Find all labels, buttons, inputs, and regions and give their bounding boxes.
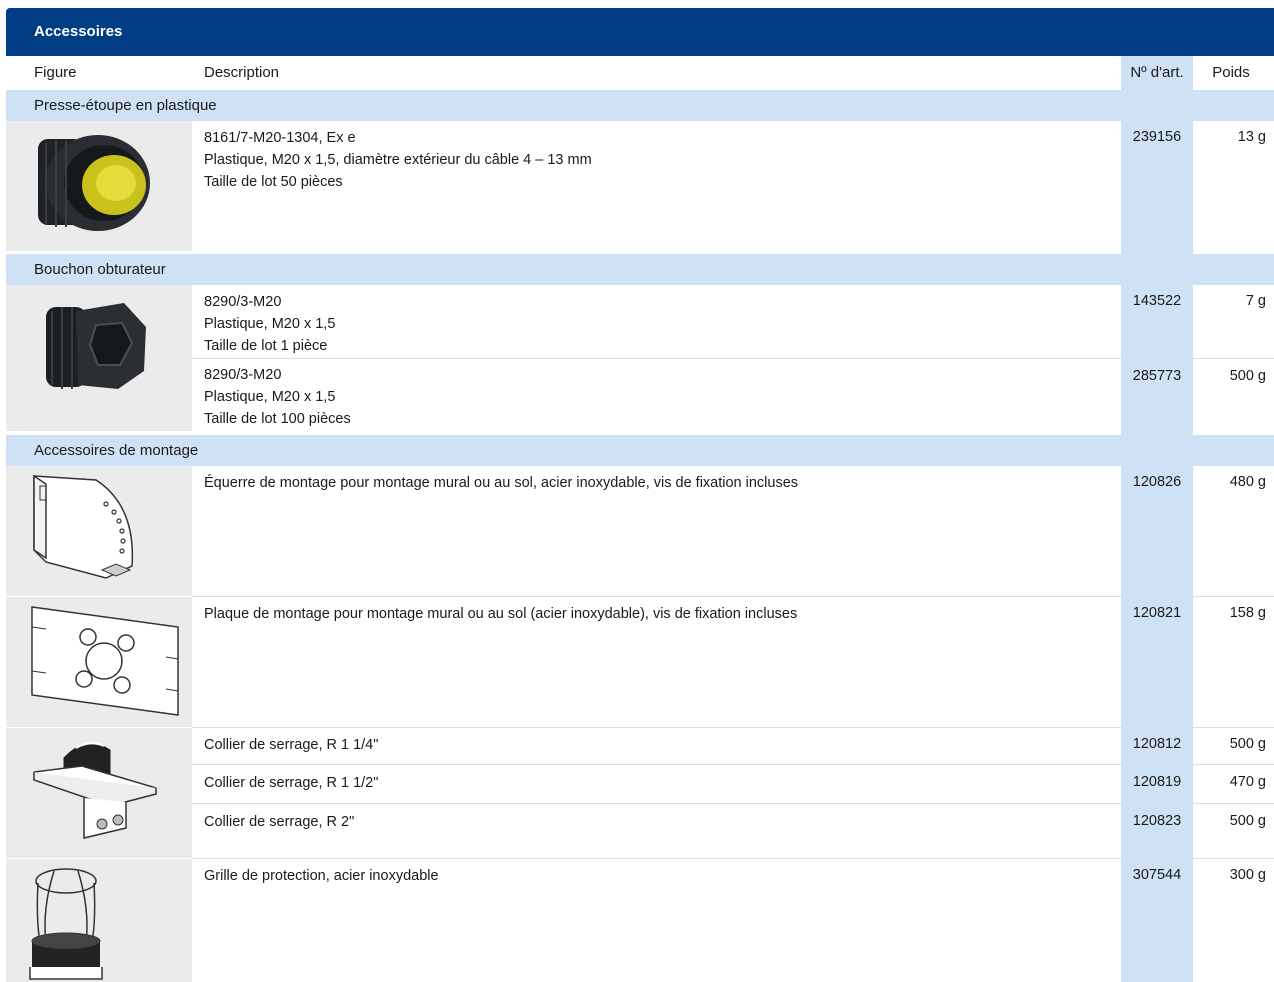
row-divider [192,727,1274,728]
weight-value: 480 g [1229,474,1266,490]
weight-value: 500 g [1229,736,1266,752]
art-number: 120812 [1132,736,1182,752]
figure-cell [6,121,192,251]
row-description: 8290/3-M20 Plastique, M20 x 1,5 Taille d… [204,294,336,354]
figure-cell [6,728,192,858]
row-description: Équerre de montage pour montage mural ou… [204,475,799,491]
weight-value: 7 g [1245,293,1266,309]
figure-cell [6,597,192,727]
row-divider [192,596,1274,597]
row-description: Plaque de montage pour montage mural ou … [204,606,798,622]
row-divider [192,803,1274,804]
row-divider [192,858,1274,859]
protection-grille-icon [29,868,103,980]
table-title: Accessoires [34,23,123,40]
pipe-clamp-icon [33,742,157,839]
column-header-art: Nº d'art. [1130,64,1184,81]
row-description: 8290/3-M20 Plastique, M20 x 1,5 Taille d… [204,367,351,427]
row-description: Collier de serrage, R 2" [204,814,355,830]
mounting-plate-icon [31,606,179,716]
art-number: 120821 [1132,605,1182,621]
art-number: 120823 [1132,813,1182,829]
figure-cell [6,859,192,982]
mounting-bracket-icon [33,474,134,579]
row-description: Grille de protection, acier inoxydable [204,868,439,884]
column-header-description: Description [204,64,280,81]
row-description: 8161/7-M20-1304, Ex e Plastique, M20 x 1… [204,130,592,190]
art-number: 143522 [1132,293,1182,309]
weight-value: 13 g [1237,129,1266,145]
art-number: 307544 [1132,867,1182,883]
blanking-plug-icon [46,303,146,389]
cable-gland-icon [38,135,150,231]
weight-value: 158 g [1229,605,1266,621]
weight-value: 470 g [1229,774,1266,790]
art-number: 239156 [1132,129,1182,145]
figure-cell [6,285,192,431]
art-number-column-band [1121,56,1193,982]
table-header-bar: Accessoires [6,8,1274,56]
figure-cell [6,466,192,596]
row-description: Collier de serrage, R 1 1/2" [204,775,379,791]
row-divider [192,764,1274,765]
section-title: Presse-étoupe en plastique [34,97,217,114]
art-number: 285773 [1132,368,1182,384]
section-header: Accessoires de montage [6,435,1274,466]
section-header: Bouchon obturateur [6,254,1274,285]
art-number: 120819 [1132,774,1182,790]
art-number: 120826 [1132,474,1182,490]
weight-value: 500 g [1229,813,1266,829]
section-header: Presse-étoupe en plastique [6,90,1274,121]
section-title: Accessoires de montage [34,442,199,459]
column-header-weight: Poids [1212,64,1250,81]
row-description: Collier de serrage, R 1 1/4" [204,737,379,753]
section-title: Bouchon obturateur [34,261,166,278]
weight-value: 500 g [1229,368,1266,384]
weight-value: 300 g [1229,867,1266,883]
row-divider [192,358,1274,359]
column-header-figure: Figure [34,64,77,81]
